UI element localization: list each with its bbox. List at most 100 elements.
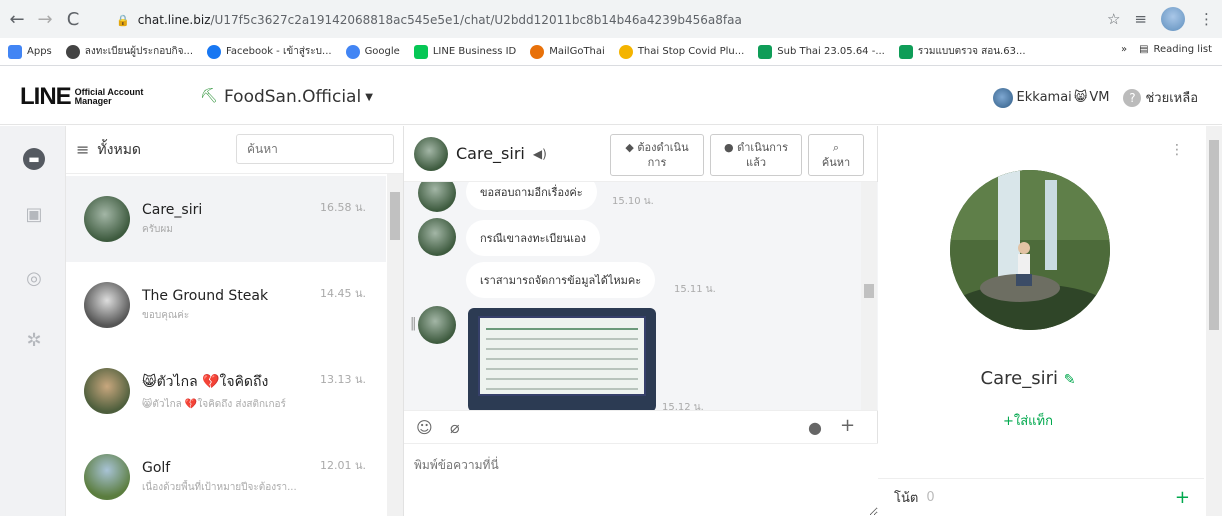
message-input[interactable] <box>404 444 878 516</box>
browser-toolbar: ← → C 🔒 chat.line.biz /U17f5c3627c2a1914… <box>0 0 1222 38</box>
todo-button[interactable]: ◆ ต้องดำเนิน การ <box>610 134 704 176</box>
user-name[interactable]: Ekkamai <box>1017 90 1072 105</box>
chat-list-scrollbar[interactable] <box>387 174 403 516</box>
message-scrollbar[interactable] <box>861 182 877 410</box>
image-message[interactable] <box>468 308 656 410</box>
drag-handle-icon[interactable]: ‖ <box>410 316 417 331</box>
bookmark-apps[interactable]: Apps <box>8 44 52 59</box>
broadcast-nav-icon[interactable]: ◎ <box>23 268 45 290</box>
add-note-icon[interactable]: + <box>1175 487 1190 508</box>
tag-icon: ◆ <box>625 141 634 154</box>
google-icon <box>345 44 360 59</box>
hamburger-icon[interactable]: ≡ <box>76 140 89 159</box>
bookmark-thai-stop-covid[interactable]: Thai Stop Covid Plu... <box>618 44 744 59</box>
chat-item-preview: 😸ตัวไกล 💔ใจคิดถึง ส่งสติกเกอร์ <box>142 398 286 410</box>
reload-icon[interactable]: C <box>62 9 84 30</box>
line-oa-logo[interactable]: LINE Official Account Manager <box>20 83 143 111</box>
done-button[interactable]: ● ดำเนินการ แล้ว <box>710 134 802 176</box>
message-bubble: กรณีเขาลงทะเบียนเอง <box>466 220 600 256</box>
avatar <box>418 218 456 256</box>
user-emoji-icon: 😸 <box>1073 90 1088 105</box>
plus-icon[interactable]: + <box>840 415 855 436</box>
photo-of-screen <box>478 316 646 396</box>
chat-list-item[interactable]: Care_siri ครับผม 16.58 น. <box>66 176 386 262</box>
bookmark-checklist[interactable]: รวมแบบตรวจ สอน.63... <box>898 44 1026 59</box>
avatar <box>84 368 130 414</box>
bookmark-item[interactable]: ลงทะเบียนผู้ประกอบกิจ... <box>65 44 193 59</box>
chat-search-input[interactable] <box>236 134 394 164</box>
add-tag-button[interactable]: +ใส่แท็ก <box>878 410 1178 431</box>
emoji-icon[interactable]: ☺ <box>416 418 433 437</box>
contacts-nav-icon[interactable]: ▣ <box>23 204 45 226</box>
url-domain: chat.line.biz <box>137 13 211 27</box>
playlist-icon[interactable]: ≡ <box>1134 10 1147 28</box>
back-icon[interactable]: ← <box>6 9 28 30</box>
chat-list-item[interactable]: The Ground Steak ขอบคุณค่ะ 14.45 น. <box>66 262 386 348</box>
user-suffix: VM <box>1089 90 1110 105</box>
account-switcher[interactable]: ⛏ FoodSan.Official ▼ <box>200 87 373 107</box>
profile-name: Care_siri ✎ <box>980 368 1076 389</box>
attachment-icon[interactable]: ⌀ <box>450 418 460 437</box>
settings-nav-icon[interactable]: ✲ <box>23 330 45 352</box>
profile-scrollbar[interactable] <box>1206 126 1222 516</box>
drive-icon <box>758 44 773 59</box>
line-business-icon <box>413 44 428 59</box>
message-time: 15.10 น. <box>612 196 654 207</box>
help-icon[interactable]: ? <box>1123 88 1142 107</box>
sound-icon[interactable]: ◀) <box>533 147 547 161</box>
kebab-icon[interactable]: ⋮ <box>1170 142 1184 158</box>
scrollbar-thumb[interactable] <box>864 284 874 298</box>
url-path: /U17f5c3627c2a19142068818ac545e5e1/chat/… <box>210 13 742 27</box>
chat-nav-icon[interactable]: ▬ <box>23 148 45 170</box>
search-chat-button[interactable]: ⌕ ค้นหา <box>808 134 864 176</box>
chat-item-name: The Ground Steak <box>142 287 269 304</box>
facebook-icon <box>207 44 221 59</box>
notes-label: โน้ต <box>894 491 919 506</box>
chat-item-time: 13.13 น. <box>319 373 366 386</box>
bookmark-sub-thai[interactable]: Sub Thai 23.05.64 -... <box>758 44 885 59</box>
bookmark-mailgothai[interactable]: MailGoThai <box>530 44 605 59</box>
chat-bubble-icon: ● <box>724 141 734 154</box>
message-list: ขอสอบถามอีกเรื่องค่ะ 15.10 น. กรณีเขาลงท… <box>404 182 878 410</box>
chat-list-item[interactable]: Golf เนื่องด้วยพื้นที่เป้าหมายปีจะต้องรา… <box>66 434 386 516</box>
bookmark-google[interactable]: Google <box>345 44 400 59</box>
profile-photo-art <box>950 170 1110 330</box>
kebab-icon[interactable]: ⋮ <box>1199 10 1214 28</box>
avatar <box>418 182 456 212</box>
chat-item-preview: เนื่องด้วยพื้นที่เป้าหมายปีจะต้องรา... <box>142 481 297 493</box>
chat-header: Care_siri ◀) ◆ ต้องดำเนิน การ ● ดำเนินกา… <box>404 126 877 182</box>
address-bar[interactable]: 🔒 chat.line.biz /U17f5c3627c2a1914206881… <box>116 8 1116 32</box>
side-nav: ▬ ▣ ◎ ✲ <box>0 126 66 516</box>
avatar <box>84 282 130 328</box>
message-bubble: เราสามารถจัดการข้อมูลได้ไหมคะ <box>466 262 656 298</box>
message-time: 15.11 น. <box>674 284 716 295</box>
chat-item-time: 12.01 น. <box>319 459 366 472</box>
edit-pencil-icon[interactable]: ✎ <box>1064 372 1076 388</box>
composer-toolbar: ☺ ⌀ ● + <box>404 410 878 444</box>
reading-list-button[interactable]: Reading list <box>1154 44 1212 55</box>
message-time: 15.12 น. <box>662 402 704 410</box>
user-avatar[interactable] <box>992 87 1013 108</box>
more-bookmarks-icon[interactable]: » <box>1121 44 1127 55</box>
chat-item-time: 14.45 น. <box>319 287 366 300</box>
forward-icon[interactable]: → <box>34 9 56 30</box>
chat-list-item[interactable]: 😸ตัวไกล 💔ใจคิดถึง 😸ตัวไกล 💔ใจคิดถึง ส่งส… <box>66 348 386 434</box>
chat-list-panel: ≡ ทั้งหมด Care_siri ครับผม 16.58 น. The … <box>66 126 404 516</box>
profile-avatar[interactable] <box>1161 7 1185 31</box>
scrollbar-thumb[interactable] <box>1209 140 1219 330</box>
bookmark-line-business[interactable]: LINE Business ID <box>413 44 516 59</box>
star-icon[interactable]: ☆ <box>1107 10 1120 28</box>
chat-item-name: Care_siri <box>142 201 203 218</box>
apps-grid-icon <box>8 44 22 59</box>
search-icon: ⌕ <box>832 141 840 154</box>
chat-item-preview: ขอบคุณค่ะ <box>142 309 190 321</box>
chat-bubble-icon[interactable]: ● <box>808 418 822 437</box>
scrollbar-thumb[interactable] <box>390 192 400 240</box>
drive-icon <box>898 44 913 59</box>
bookmark-facebook[interactable]: Facebook - เข้าสู่ระบ... <box>207 44 332 59</box>
chat-title: Care_siri <box>456 144 525 163</box>
chat-filter-dropdown[interactable]: ทั้งหมด <box>97 139 141 161</box>
help-link[interactable]: ช่วยเหลือ <box>1145 87 1198 108</box>
notes-section: โน้ต 0 + <box>878 478 1204 516</box>
site-icon <box>65 44 80 59</box>
